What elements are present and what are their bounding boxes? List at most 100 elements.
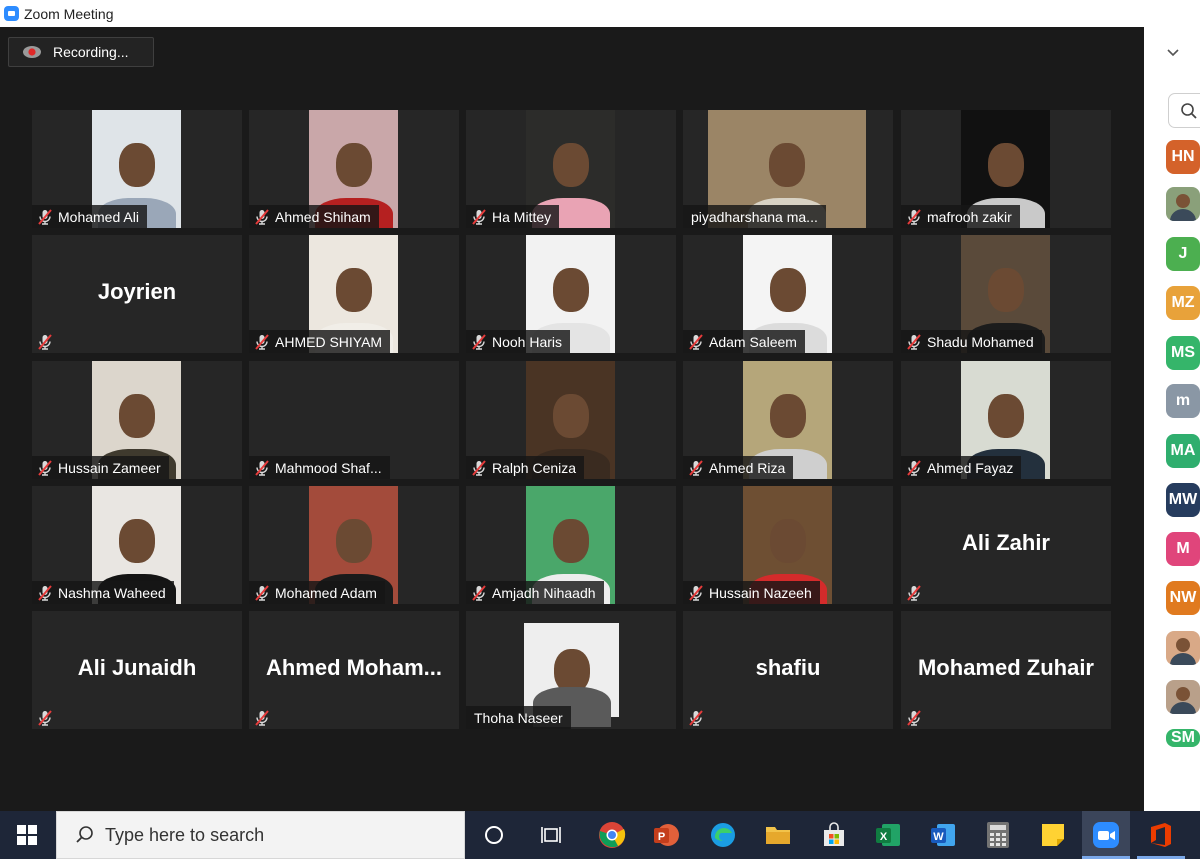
participant-tile[interactable]: Joyrien (32, 235, 242, 353)
muted-mic-icon (907, 584, 921, 601)
participant-avatar-photo[interactable] (1166, 187, 1200, 221)
participant-tile[interactable]: Hussain Zameer (32, 361, 242, 479)
avatar-initials: MA (1170, 442, 1196, 459)
participant-tile[interactable]: Ali Zahir (901, 486, 1111, 604)
participant-avatar-photo[interactable] (1166, 680, 1200, 714)
participant-name: AHMED SHIYAM (275, 333, 383, 350)
excel-taskbar-button[interactable]: X (872, 819, 904, 851)
store-icon (824, 822, 844, 846)
participant-tile[interactable]: Ahmed Moham... (249, 611, 459, 729)
meeting-stage: Recording... Mohamed Ali Ahmed Shiham Ha M… (0, 27, 1144, 811)
muted-mic-icon (907, 709, 921, 726)
participant-nameplate: Adam Saleem (683, 330, 805, 353)
store-taskbar-button[interactable] (818, 819, 850, 851)
participant-name: Hussain Nazeeh (709, 584, 812, 601)
recording-indicator[interactable]: Recording... (8, 37, 154, 67)
participant-tile[interactable]: Mohamed Zuhair (901, 611, 1111, 729)
participant-tile[interactable]: AHMED SHIYAM (249, 235, 459, 353)
participant-tile[interactable]: Adam Saleem (683, 235, 893, 353)
participant-name: Thoha Naseer (474, 709, 563, 726)
participant-avatar[interactable]: M (1166, 532, 1200, 566)
taskbar-search-box[interactable]: Type here to search (56, 811, 465, 859)
participant-tile[interactable]: piyadharshana ma... (683, 110, 893, 228)
participant-name: Ralph Ceniza (492, 459, 577, 476)
participant-avatar[interactable]: NW (1166, 581, 1200, 615)
cortana-button[interactable] (478, 819, 510, 851)
recording-label: Recording... (53, 44, 129, 60)
participant-name: Ahmed Riza (709, 459, 786, 476)
avatar-initials: MW (1168, 491, 1198, 508)
start-button[interactable] (0, 811, 54, 859)
file-explorer-taskbar-button[interactable] (762, 819, 794, 851)
participant-nameplate (901, 706, 935, 729)
participant-tile[interactable]: Hussain Nazeeh (683, 486, 893, 604)
record-icon (22, 45, 42, 59)
windows-logo-icon (17, 825, 37, 845)
participant-name: mafrooh zakir (927, 208, 1012, 225)
participant-tile[interactable]: Mahmood Shaf... (249, 361, 459, 479)
zoom-taskbar-button[interactable] (1090, 819, 1122, 851)
participant-avatar[interactable]: MA (1166, 434, 1200, 468)
muted-mic-icon (907, 208, 921, 225)
participant-nameplate (901, 581, 935, 604)
muted-mic-icon (255, 709, 269, 726)
participant-name: Ahmed Shiham (275, 208, 371, 225)
participant-nameplate: Hussain Nazeeh (683, 581, 820, 604)
office-taskbar-button[interactable] (1145, 819, 1177, 851)
muted-mic-icon (472, 208, 486, 225)
avatar-initials: HN (1171, 148, 1195, 165)
participant-name: Ahmed Fayaz (927, 459, 1014, 476)
sticky-notes-taskbar-button[interactable] (1037, 819, 1069, 851)
avatar-initials: NW (1169, 589, 1197, 606)
avatar-initials: m (1175, 392, 1191, 409)
participant-avatar[interactable]: MW (1166, 483, 1200, 517)
muted-mic-icon (255, 208, 269, 225)
participant-avatar[interactable]: MS (1166, 336, 1200, 370)
powerpoint-taskbar-button[interactable]: P (650, 819, 682, 851)
participant-tile[interactable]: Ralph Ceniza (466, 361, 676, 479)
chevron-down-icon[interactable] (1165, 44, 1181, 60)
calculator-icon (987, 822, 1009, 848)
participant-name: Hussain Zameer (58, 459, 161, 476)
participant-name: Mohamed Adam (275, 584, 377, 601)
muted-mic-icon (38, 709, 52, 726)
participant-avatar[interactable]: HN (1166, 140, 1200, 174)
edge-taskbar-button[interactable] (707, 819, 739, 851)
participant-avatar[interactable]: MZ (1166, 286, 1200, 320)
participant-avatar[interactable]: m (1166, 384, 1200, 418)
participant-tile[interactable]: Mohamed Ali (32, 110, 242, 228)
participant-tile[interactable]: Ali Junaidh (32, 611, 242, 729)
participant-avatar-photo[interactable] (1166, 631, 1200, 665)
participant-tile[interactable]: Ahmed Shiham (249, 110, 459, 228)
calculator-taskbar-button[interactable] (982, 819, 1014, 851)
avatar-photo-icon (1170, 638, 1196, 665)
muted-mic-icon (472, 584, 486, 601)
participant-tile[interactable]: shafiu (683, 611, 893, 729)
muted-mic-icon (38, 584, 52, 601)
chrome-taskbar-button[interactable] (596, 819, 628, 851)
participant-name: piyadharshana ma... (691, 208, 818, 225)
participant-tile[interactable]: Nashma Waheed (32, 486, 242, 604)
zoom-icon (1093, 822, 1119, 848)
muted-mic-icon (38, 459, 52, 476)
word-taskbar-button[interactable]: W (927, 819, 959, 851)
participant-tile[interactable]: Shadu Mohamed (901, 235, 1111, 353)
participant-tile[interactable]: Amjadh Nihaadh (466, 486, 676, 604)
avatar-initials: MS (1171, 344, 1195, 361)
participant-search-button[interactable] (1168, 93, 1200, 128)
participant-tile[interactable]: Ahmed Riza (683, 361, 893, 479)
chrome-icon (599, 822, 626, 848)
participant-tile[interactable]: Ha Mittey (466, 110, 676, 228)
participant-display-name: shafiu (755, 655, 821, 680)
participant-tile[interactable]: Mohamed Adam (249, 486, 459, 604)
task-view-button[interactable] (535, 819, 567, 851)
participant-tile[interactable]: Thoha Naseer (466, 611, 676, 729)
participant-name: Adam Saleem (709, 333, 797, 350)
avatar-photo-icon (1170, 194, 1196, 221)
participant-tile[interactable]: mafrooh zakir (901, 110, 1111, 228)
participant-tile[interactable]: Nooh Haris (466, 235, 676, 353)
participant-avatar[interactable]: J (1166, 237, 1200, 271)
participant-name: Shadu Mohamed (927, 333, 1034, 350)
participant-tile[interactable]: Ahmed Fayaz (901, 361, 1111, 479)
participant-avatar[interactable]: SM (1166, 729, 1200, 747)
